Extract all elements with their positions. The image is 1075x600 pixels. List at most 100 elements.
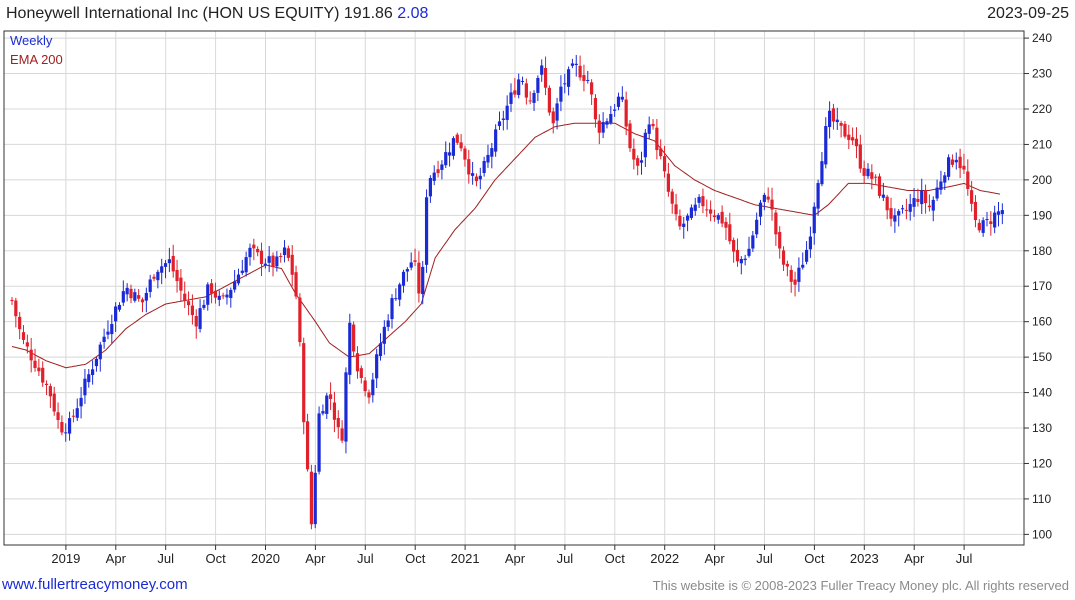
candle-body <box>643 132 647 158</box>
candle-body <box>685 215 690 221</box>
website-link[interactable]: www.fullertreacymoney.com <box>2 576 188 593</box>
x-tick-label: Jul <box>357 551 374 566</box>
candle-body <box>37 367 41 372</box>
candle-body <box>64 432 68 434</box>
candle-body <box>824 126 828 165</box>
candle-body <box>263 263 267 265</box>
candle-body <box>912 198 916 207</box>
x-tick-label: Apr <box>106 551 127 566</box>
candle-body <box>923 190 928 204</box>
candle-body <box>812 206 816 234</box>
candle-body <box>217 295 221 300</box>
candle-body <box>52 393 56 412</box>
candle-body <box>889 208 893 219</box>
candle-body <box>390 298 394 320</box>
y-tick-label: 200 <box>1032 173 1052 187</box>
candle-body <box>87 374 91 383</box>
x-tick-label: Jul <box>956 551 973 566</box>
candle-body <box>778 232 782 249</box>
price-chart: 100 110 120 130 140 150 160 170 180 190 200 210 220 2… <box>3 30 1052 566</box>
candle-body <box>133 292 137 301</box>
candle-body <box>551 111 555 124</box>
candle-body <box>221 295 225 297</box>
candle-body <box>44 383 49 386</box>
candle-body <box>56 412 60 421</box>
candle-body <box>371 379 375 396</box>
candle-body <box>981 220 985 233</box>
candle-body <box>712 215 717 218</box>
candle-body <box>574 63 578 65</box>
candle-body <box>160 266 164 273</box>
candle-body <box>198 308 202 329</box>
candle-body <box>789 269 793 282</box>
candle-body <box>171 255 175 272</box>
plot-frame <box>3 30 1025 546</box>
candle-body <box>83 378 87 396</box>
candle-body <box>835 119 839 123</box>
candle-body <box>678 215 682 227</box>
y-tick-label: 190 <box>1032 208 1052 222</box>
candle-body <box>175 269 179 282</box>
candle-body <box>156 271 160 281</box>
candle-body <box>524 83 528 98</box>
y-axis: 100 110 120 130 140 150 160 170 180 190 200 210 220 2… <box>1024 31 1052 541</box>
x-tick-label: Apr <box>704 551 725 566</box>
candle-body <box>628 123 632 149</box>
candle-body <box>874 176 878 178</box>
candle-body <box>970 190 974 204</box>
candle-body <box>501 118 505 120</box>
candle-body <box>190 305 195 316</box>
candle-body <box>689 207 694 218</box>
candle-body <box>10 299 14 301</box>
legend-ema: EMA 200 <box>10 52 63 67</box>
candle-body <box>421 266 425 295</box>
ema-path <box>11 122 1001 369</box>
x-tick-label: Oct <box>605 551 626 566</box>
candle-body <box>25 342 29 347</box>
candle-body <box>240 270 244 273</box>
candle-body <box>513 90 517 95</box>
candle-body <box>781 250 786 265</box>
candle-body <box>328 394 333 399</box>
candle-body <box>639 160 644 163</box>
candle-body <box>60 421 64 433</box>
candle-body <box>252 244 256 249</box>
x-tick-label: Apr <box>305 551 326 566</box>
candle-body <box>563 83 567 85</box>
candle-body <box>839 122 843 126</box>
candle-body <box>854 138 859 147</box>
chart-grid <box>4 31 1024 545</box>
candle-body <box>528 100 532 102</box>
candle-body <box>709 209 713 214</box>
candle-body <box>946 157 951 177</box>
ema-200-line <box>11 122 1001 369</box>
candle-body <box>344 372 348 442</box>
candle-body <box>163 263 168 267</box>
candle-body <box>21 332 26 340</box>
candle-body <box>1000 210 1004 215</box>
candle-body <box>762 194 766 202</box>
candle-body <box>494 129 498 152</box>
candle-body <box>148 279 152 292</box>
candle-body <box>286 248 290 258</box>
candle-body <box>386 320 390 327</box>
candle-body <box>236 274 241 284</box>
candle-body <box>939 181 943 190</box>
candle-body <box>716 215 720 220</box>
candle-body <box>225 294 229 298</box>
candle-body <box>735 250 740 262</box>
candle-body <box>881 194 885 198</box>
candle-body <box>682 223 686 227</box>
candle-body <box>298 297 302 343</box>
candle-body <box>705 209 709 211</box>
x-tick-label: 2019 <box>51 551 80 566</box>
candle-body <box>582 75 586 82</box>
candle-body <box>962 165 966 170</box>
candle-body <box>793 279 797 285</box>
candle-body <box>332 402 337 420</box>
candle-body <box>91 369 95 376</box>
candle-body <box>996 211 1001 215</box>
candle-body <box>877 176 882 196</box>
candle-body <box>282 247 287 256</box>
candle-body <box>943 175 947 183</box>
